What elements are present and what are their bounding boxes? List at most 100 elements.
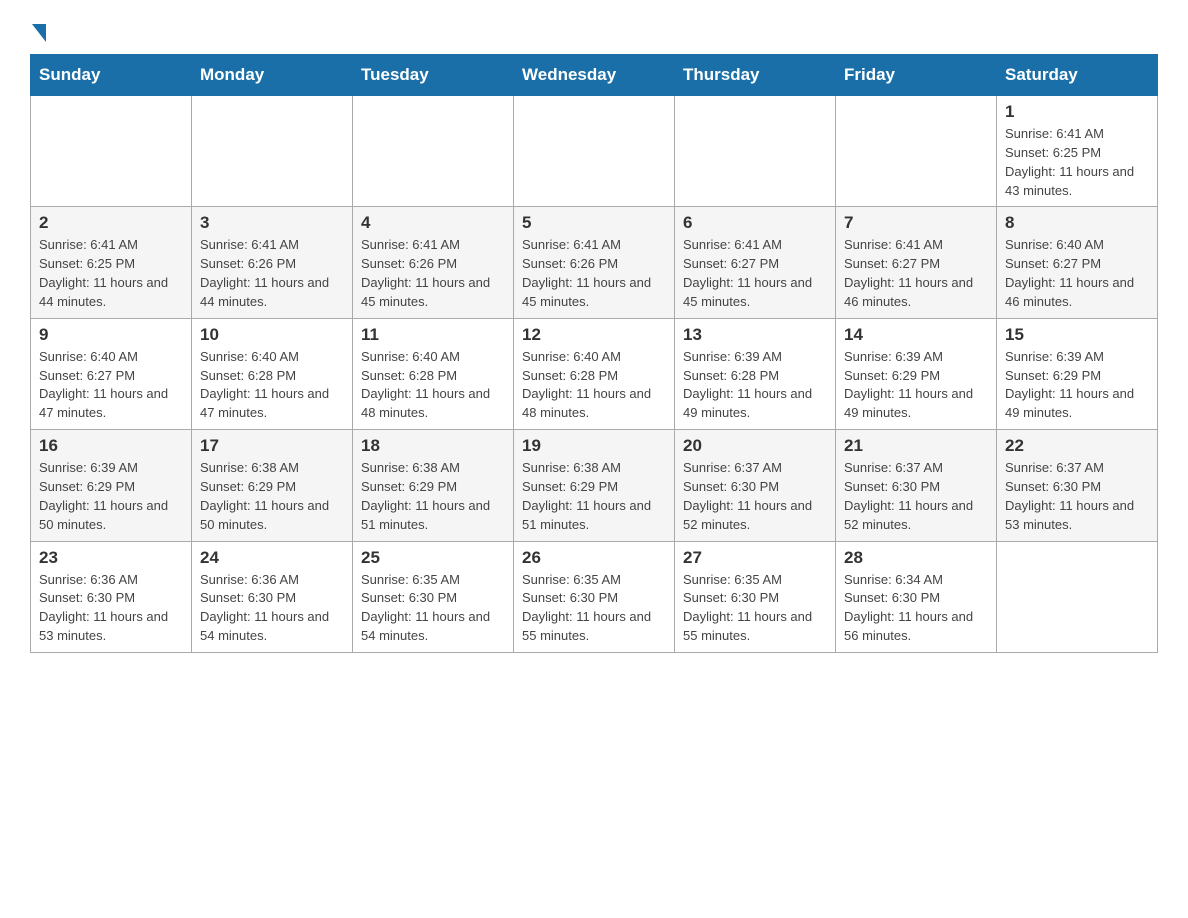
calendar-cell: 9 Sunrise: 6:40 AMSunset: 6:27 PMDaylight… — [31, 318, 192, 429]
day-number: 25 — [361, 548, 505, 568]
calendar-cell: 10 Sunrise: 6:40 AMSunset: 6:28 PMDayligh… — [192, 318, 353, 429]
day-number: 19 — [522, 436, 666, 456]
day-number: 6 — [683, 213, 827, 233]
calendar-cell: 3Sunrise: 6:41 AMSunset: 6:26 PMDaylight… — [192, 207, 353, 318]
weekday-header-row: SundayMondayTuesdayWednesdayThursdayFrid… — [31, 55, 1158, 96]
calendar-cell: 12 Sunrise: 6:40 AMSunset: 6:28 PMDayligh… — [514, 318, 675, 429]
day-number: 7 — [844, 213, 988, 233]
day-number: 27 — [683, 548, 827, 568]
day-number: 14 — [844, 325, 988, 345]
day-number: 1 — [1005, 102, 1149, 122]
weekday-header-tuesday: Tuesday — [353, 55, 514, 96]
calendar-cell: 26 Sunrise: 6:35 AMSunset: 6:30 PMDayligh… — [514, 541, 675, 652]
day-info: Sunrise: 6:37 AMSunset: 6:30 PMDaylight:… — [1005, 459, 1149, 534]
calendar-table: SundayMondayTuesdayWednesdayThursdayFrid… — [30, 54, 1158, 653]
day-info: Sunrise: 6:40 AMSunset: 6:28 PMDaylight:… — [200, 348, 344, 423]
calendar-cell: 5 Sunrise: 6:41 AMSunset: 6:26 PMDaylight… — [514, 207, 675, 318]
calendar-cell — [836, 96, 997, 207]
day-info: Sunrise: 6:39 AMSunset: 6:29 PMDaylight:… — [844, 348, 988, 423]
calendar-cell — [353, 96, 514, 207]
calendar-week-row: 1 Sunrise: 6:41 AMSunset: 6:25 PMDaylight… — [31, 96, 1158, 207]
calendar-cell: 27 Sunrise: 6:35 AMSunset: 6:30 PMDayligh… — [675, 541, 836, 652]
day-number: 11 — [361, 325, 505, 345]
day-info: Sunrise: 6:40 AMSunset: 6:28 PMDaylight:… — [361, 348, 505, 423]
calendar-cell — [514, 96, 675, 207]
day-info: Sunrise: 6:36 AMSunset: 6:30 PMDaylight:… — [39, 571, 183, 646]
day-info: Sunrise: 6:39 AMSunset: 6:28 PMDaylight:… — [683, 348, 827, 423]
calendar-cell — [997, 541, 1158, 652]
day-number: 12 — [522, 325, 666, 345]
calendar-cell: 21Sunrise: 6:37 AMSunset: 6:30 PMDayligh… — [836, 430, 997, 541]
day-number: 8 — [1005, 213, 1149, 233]
day-info: Sunrise: 6:40 AMSunset: 6:27 PMDaylight:… — [39, 348, 183, 423]
calendar-cell: 25 Sunrise: 6:35 AMSunset: 6:30 PMDayligh… — [353, 541, 514, 652]
calendar-week-row: 9 Sunrise: 6:40 AMSunset: 6:27 PMDaylight… — [31, 318, 1158, 429]
weekday-header-sunday: Sunday — [31, 55, 192, 96]
calendar-cell: 15Sunrise: 6:39 AMSunset: 6:29 PMDayligh… — [997, 318, 1158, 429]
day-info: Sunrise: 6:41 AMSunset: 6:27 PMDaylight:… — [844, 236, 988, 311]
page-header — [30, 20, 1158, 38]
day-info: Sunrise: 6:38 AMSunset: 6:29 PMDaylight:… — [200, 459, 344, 534]
calendar-week-row: 23 Sunrise: 6:36 AMSunset: 6:30 PMDayligh… — [31, 541, 1158, 652]
calendar-cell: 14 Sunrise: 6:39 AMSunset: 6:29 PMDayligh… — [836, 318, 997, 429]
day-number: 4 — [361, 213, 505, 233]
day-number: 2 — [39, 213, 183, 233]
calendar-cell: 23 Sunrise: 6:36 AMSunset: 6:30 PMDayligh… — [31, 541, 192, 652]
day-info: Sunrise: 6:41 AMSunset: 6:26 PMDaylight:… — [522, 236, 666, 311]
day-number: 24 — [200, 548, 344, 568]
weekday-header-monday: Monday — [192, 55, 353, 96]
day-info: Sunrise: 6:41 AMSunset: 6:26 PMDaylight:… — [361, 236, 505, 311]
weekday-header-saturday: Saturday — [997, 55, 1158, 96]
day-info: Sunrise: 6:40 AMSunset: 6:28 PMDaylight:… — [522, 348, 666, 423]
calendar-cell — [675, 96, 836, 207]
logo — [30, 20, 46, 38]
day-info: Sunrise: 6:34 AMSunset: 6:30 PMDaylight:… — [844, 571, 988, 646]
day-number: 26 — [522, 548, 666, 568]
day-info: Sunrise: 6:37 AMSunset: 6:30 PMDaylight:… — [683, 459, 827, 534]
day-info: Sunrise: 6:41 AMSunset: 6:25 PMDaylight:… — [39, 236, 183, 311]
day-info: Sunrise: 6:36 AMSunset: 6:30 PMDaylight:… — [200, 571, 344, 646]
calendar-cell: 1 Sunrise: 6:41 AMSunset: 6:25 PMDaylight… — [997, 96, 1158, 207]
calendar-cell: 20 Sunrise: 6:37 AMSunset: 6:30 PMDayligh… — [675, 430, 836, 541]
day-info: Sunrise: 6:39 AMSunset: 6:29 PMDaylight:… — [39, 459, 183, 534]
day-info: Sunrise: 6:35 AMSunset: 6:30 PMDaylight:… — [361, 571, 505, 646]
day-number: 17 — [200, 436, 344, 456]
day-info: Sunrise: 6:37 AMSunset: 6:30 PMDaylight:… — [844, 459, 988, 534]
calendar-week-row: 2 Sunrise: 6:41 AMSunset: 6:25 PMDaylight… — [31, 207, 1158, 318]
calendar-cell: 16 Sunrise: 6:39 AMSunset: 6:29 PMDayligh… — [31, 430, 192, 541]
calendar-cell: 11 Sunrise: 6:40 AMSunset: 6:28 PMDayligh… — [353, 318, 514, 429]
calendar-cell: 17 Sunrise: 6:38 AMSunset: 6:29 PMDayligh… — [192, 430, 353, 541]
calendar-cell — [192, 96, 353, 207]
day-number: 5 — [522, 213, 666, 233]
calendar-cell: 4 Sunrise: 6:41 AMSunset: 6:26 PMDaylight… — [353, 207, 514, 318]
weekday-header-friday: Friday — [836, 55, 997, 96]
day-info: Sunrise: 6:35 AMSunset: 6:30 PMDaylight:… — [683, 571, 827, 646]
weekday-header-wednesday: Wednesday — [514, 55, 675, 96]
calendar-week-row: 16 Sunrise: 6:39 AMSunset: 6:29 PMDayligh… — [31, 430, 1158, 541]
day-number: 9 — [39, 325, 183, 345]
calendar-cell: 8 Sunrise: 6:40 AMSunset: 6:27 PMDaylight… — [997, 207, 1158, 318]
day-info: Sunrise: 6:41 AMSunset: 6:25 PMDaylight:… — [1005, 125, 1149, 200]
day-number: 22 — [1005, 436, 1149, 456]
calendar-cell: 18Sunrise: 6:38 AMSunset: 6:29 PMDayligh… — [353, 430, 514, 541]
day-info: Sunrise: 6:38 AMSunset: 6:29 PMDaylight:… — [522, 459, 666, 534]
calendar-cell: 13Sunrise: 6:39 AMSunset: 6:28 PMDayligh… — [675, 318, 836, 429]
calendar-cell: 6 Sunrise: 6:41 AMSunset: 6:27 PMDaylight… — [675, 207, 836, 318]
day-info: Sunrise: 6:40 AMSunset: 6:27 PMDaylight:… — [1005, 236, 1149, 311]
calendar-cell: 28 Sunrise: 6:34 AMSunset: 6:30 PMDayligh… — [836, 541, 997, 652]
day-number: 10 — [200, 325, 344, 345]
calendar-cell — [31, 96, 192, 207]
day-number: 23 — [39, 548, 183, 568]
day-number: 28 — [844, 548, 988, 568]
weekday-header-thursday: Thursday — [675, 55, 836, 96]
day-number: 16 — [39, 436, 183, 456]
calendar-cell: 19 Sunrise: 6:38 AMSunset: 6:29 PMDayligh… — [514, 430, 675, 541]
day-info: Sunrise: 6:41 AMSunset: 6:26 PMDaylight:… — [200, 236, 344, 311]
calendar-cell: 22 Sunrise: 6:37 AMSunset: 6:30 PMDayligh… — [997, 430, 1158, 541]
day-number: 20 — [683, 436, 827, 456]
logo-arrow-icon — [32, 24, 46, 42]
calendar-cell: 2 Sunrise: 6:41 AMSunset: 6:25 PMDaylight… — [31, 207, 192, 318]
day-number: 18 — [361, 436, 505, 456]
day-info: Sunrise: 6:41 AMSunset: 6:27 PMDaylight:… — [683, 236, 827, 311]
day-info: Sunrise: 6:35 AMSunset: 6:30 PMDaylight:… — [522, 571, 666, 646]
